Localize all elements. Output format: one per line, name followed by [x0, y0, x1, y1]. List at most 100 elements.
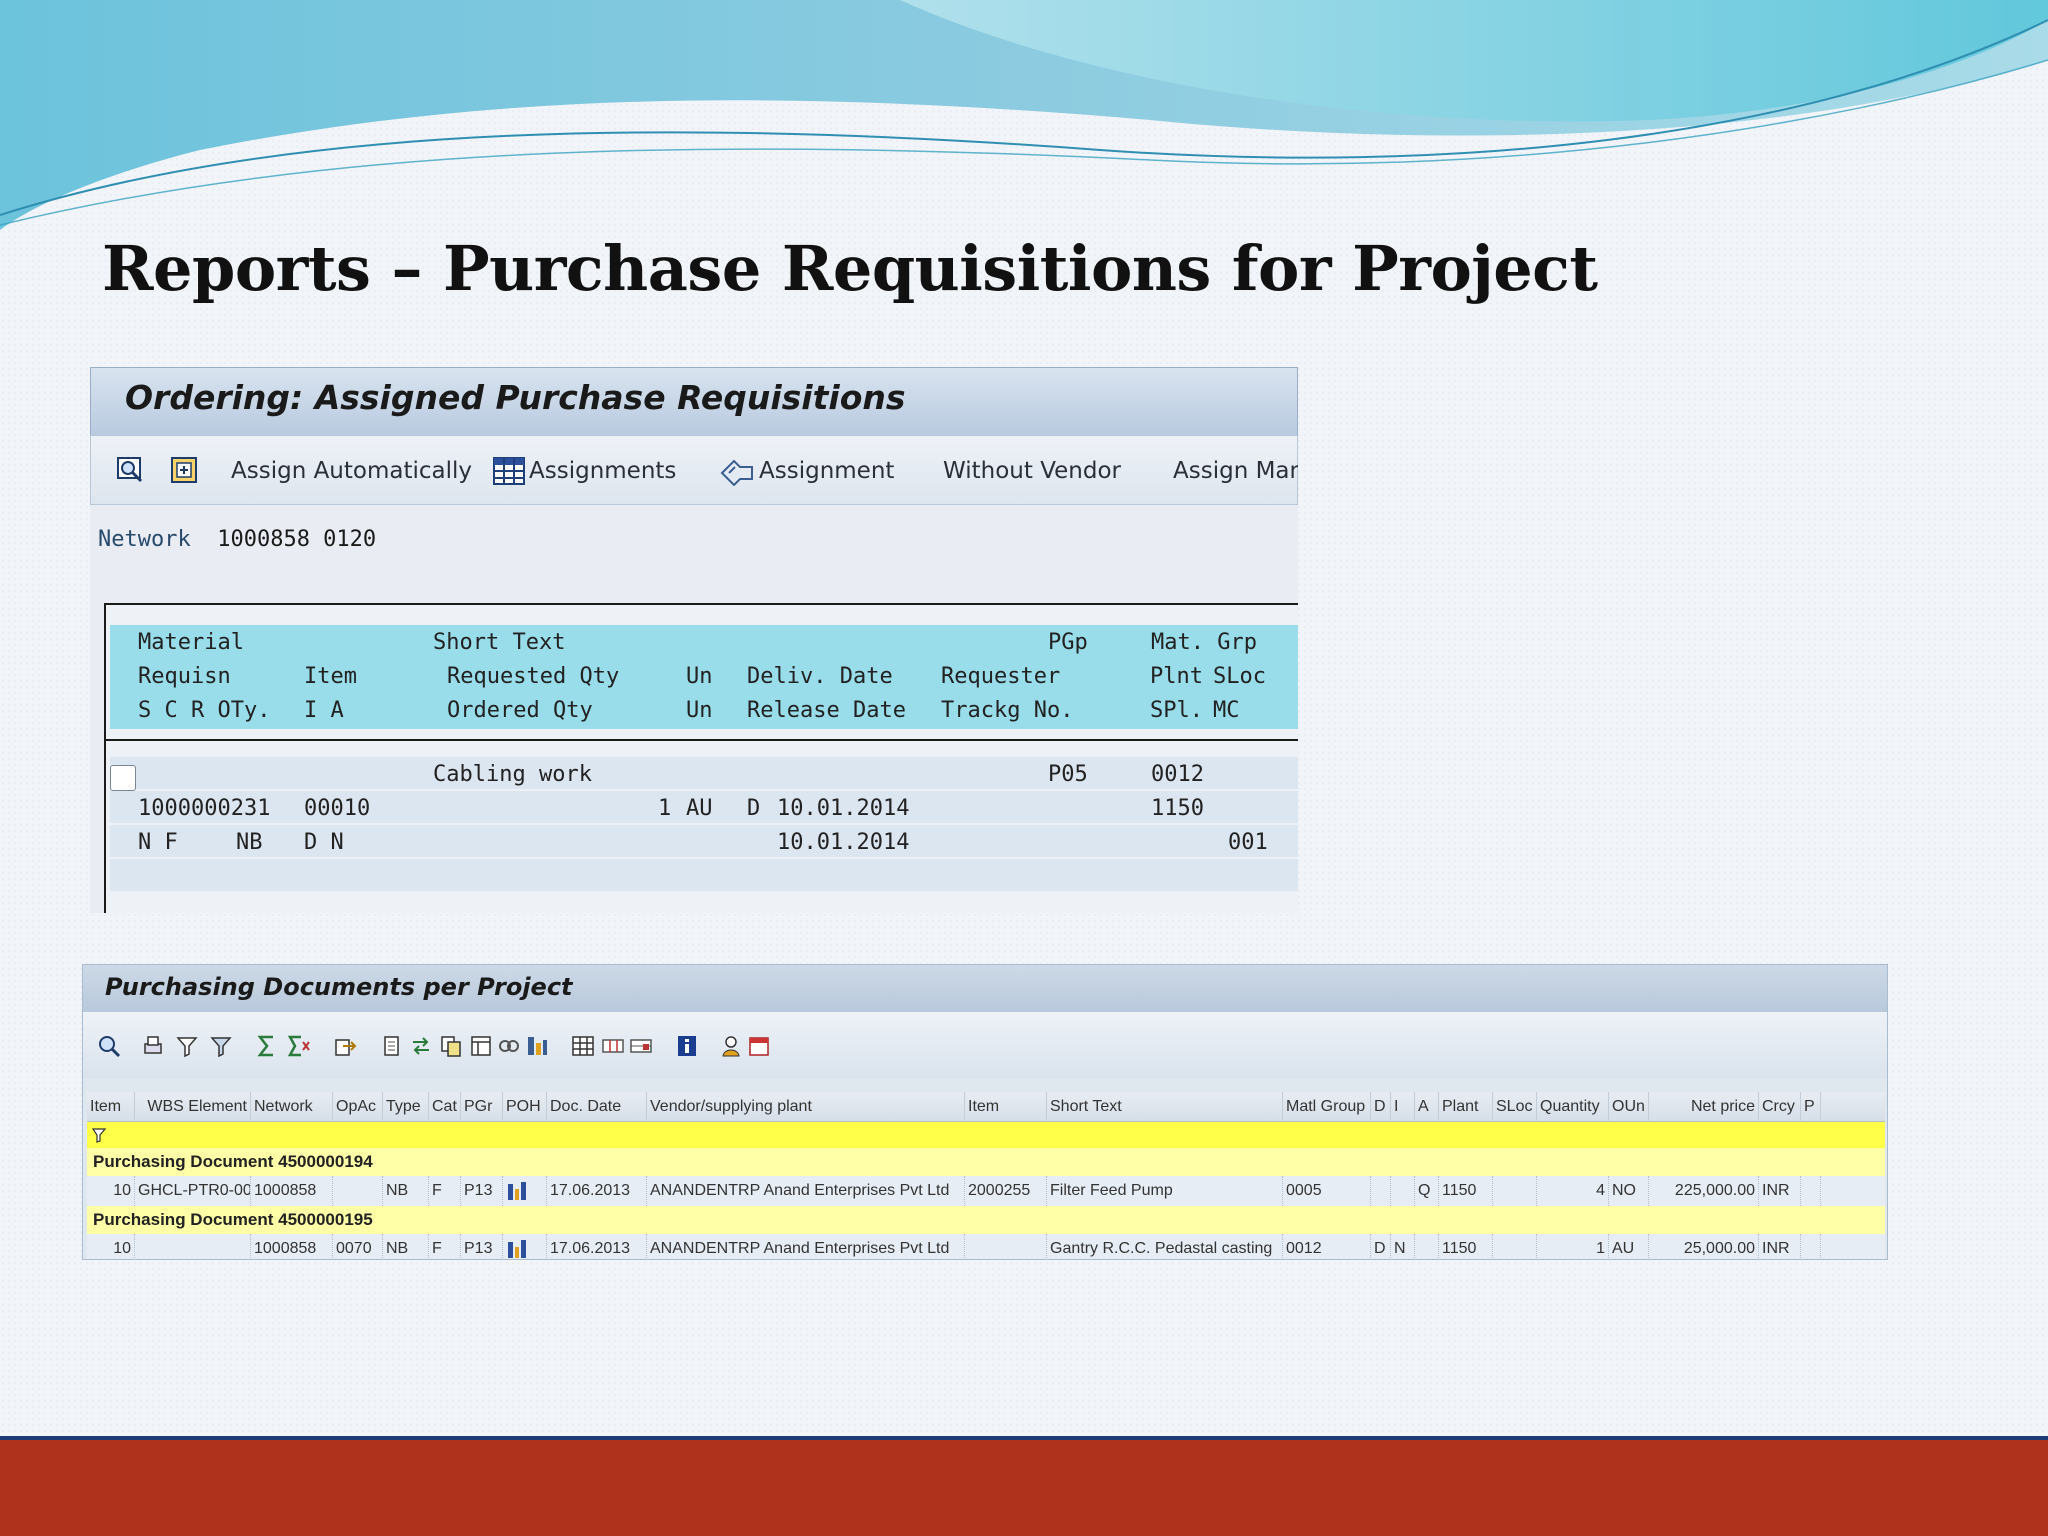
- ordering-title: Ordering: Assigned Purchase Requisitions: [125, 378, 906, 417]
- cell-item-2: [965, 1234, 1047, 1259]
- col-d[interactable]: D: [1371, 1092, 1391, 1122]
- user-icon[interactable]: [721, 1034, 745, 1058]
- col-vendor[interactable]: Vendor/supplying plant: [647, 1092, 965, 1122]
- cell-wbs-element: GHCL-PTR0-0001-02: [135, 1176, 251, 1206]
- cell-plnt: 1150: [1151, 796, 1204, 821]
- cell-matl-group: 0012: [1283, 1234, 1371, 1259]
- col-network[interactable]: Network: [251, 1092, 333, 1122]
- copy-icon[interactable]: [439, 1034, 463, 1058]
- cell-d: D: [747, 796, 761, 821]
- cell-mc: 001: [1228, 830, 1268, 855]
- assign-automatically-button[interactable]: Assign Automatically: [231, 454, 472, 488]
- calendar-icon[interactable]: [747, 1034, 771, 1058]
- assignments-button[interactable]: Assignments: [493, 454, 676, 488]
- assign-manually-button[interactable]: Assign Man: [1173, 454, 1298, 488]
- header-separator: [106, 739, 1298, 741]
- col-cat[interactable]: Cat: [429, 1092, 461, 1122]
- col-item[interactable]: Item: [87, 1092, 135, 1122]
- detail-zoom-icon[interactable]: [97, 1034, 121, 1058]
- col-crcy[interactable]: Crcy: [1759, 1092, 1801, 1122]
- sum-icon[interactable]: [255, 1034, 279, 1058]
- filter-icon[interactable]: [209, 1034, 233, 1058]
- table-row[interactable]: 10 1000858 0070 NB F P13 17.06.2013 ANAN…: [87, 1234, 1885, 1259]
- cell-crcy: INR: [1759, 1176, 1801, 1206]
- refresh-icon[interactable]: [169, 455, 199, 485]
- requisition-list-header: Material Short Text PGp Mat. Grp Requisn…: [110, 625, 1298, 729]
- group-header-4500000194: Purchasing Document 4500000194: [87, 1148, 1885, 1176]
- cell-network: 1000858: [251, 1234, 333, 1259]
- col-doc-date[interactable]: Doc. Date: [547, 1092, 647, 1122]
- cell-codes: N F: [138, 830, 178, 855]
- filter-set-icon[interactable]: [175, 1034, 199, 1058]
- col-un-2: Un: [686, 698, 713, 723]
- col-ia: I A: [304, 698, 344, 723]
- col-opac[interactable]: OpAc: [333, 1092, 383, 1122]
- cell-doc-date: 17.06.2013: [547, 1176, 647, 1206]
- structure-icon[interactable]: [525, 1034, 549, 1058]
- table-row[interactable]: 10 GHCL-PTR0-0001-02 1000858 NB F P13 17…: [87, 1176, 1885, 1206]
- detail-zoom-icon[interactable]: [115, 455, 145, 485]
- col-matl-group[interactable]: Matl Group: [1283, 1092, 1371, 1122]
- assignment-button[interactable]: Assignment: [719, 454, 894, 488]
- document-icon[interactable]: [379, 1034, 403, 1058]
- requisition-list: Material Short Text PGp Mat. Grp Requisn…: [104, 603, 1298, 913]
- cell-d: D: [1371, 1234, 1391, 1259]
- cell-short-text: Gantry R.C.C. Pedastal casting: [1047, 1234, 1283, 1259]
- col-short-text: Short Text: [433, 630, 566, 655]
- network-label: Network: [98, 527, 191, 552]
- assignment-arrow-icon: [720, 459, 753, 486]
- cell-a: Q: [1415, 1176, 1439, 1206]
- ordering-toolbar: Assign Automatically Assignments Assignm…: [90, 435, 1298, 505]
- col-p[interactable]: P: [1801, 1092, 1821, 1122]
- purchasing-grid: Item WBS Element Network OpAc Type Cat P…: [87, 1078, 1885, 1259]
- col-pgr[interactable]: PGr: [461, 1092, 503, 1122]
- header-row-3: S C R OTy. I A Ordered Qty Un Release Da…: [110, 693, 1298, 727]
- network-value: 1000858 0120: [217, 527, 377, 552]
- cell-doc-date: 17.06.2013: [547, 1234, 647, 1259]
- cell-short-text: Filter Feed Pump: [1047, 1176, 1283, 1206]
- cell-poh[interactable]: [503, 1234, 547, 1259]
- print-icon[interactable]: [141, 1034, 165, 1058]
- col-item-2[interactable]: Item: [965, 1092, 1047, 1122]
- col-a[interactable]: A: [1415, 1092, 1439, 1122]
- cell-mat-grp: 0012: [1151, 762, 1204, 787]
- header-row-2: Requisn Item Requested Qty Un Deliv. Dat…: [110, 659, 1298, 693]
- cell-oty: NB: [236, 830, 263, 855]
- info-icon[interactable]: [675, 1034, 699, 1058]
- variant-icon[interactable]: [629, 1034, 653, 1058]
- data-row-3: N F NB D N 10.01.2014 001: [110, 825, 1298, 859]
- col-i[interactable]: I: [1391, 1092, 1415, 1122]
- col-wbs-element[interactable]: WBS Element: [135, 1092, 251, 1122]
- po-history-icon: [508, 1182, 526, 1200]
- without-vendor-button[interactable]: Without Vendor: [943, 454, 1121, 488]
- col-sloc[interactable]: SLoc: [1493, 1092, 1537, 1122]
- filter-row-icon[interactable]: [91, 1126, 109, 1144]
- col-plant[interactable]: Plant: [1439, 1092, 1493, 1122]
- chain-icon[interactable]: [497, 1034, 521, 1058]
- col-type[interactable]: Type: [383, 1092, 429, 1122]
- columns-icon[interactable]: [601, 1034, 625, 1058]
- grid-icon[interactable]: [571, 1034, 595, 1058]
- assign-manually-label: Assign Man: [1173, 458, 1298, 484]
- col-quantity[interactable]: Quantity: [1537, 1092, 1609, 1122]
- cell-plant: 1150: [1439, 1176, 1493, 1206]
- col-poh[interactable]: POH: [503, 1092, 547, 1122]
- layout-icon[interactable]: [469, 1034, 493, 1058]
- cell-d: [1371, 1176, 1391, 1206]
- cell-vendor: ANANDENTRP Anand Enterprises Pvt Ltd: [647, 1176, 965, 1206]
- cell-item: 10: [87, 1176, 135, 1206]
- subtotal-icon[interactable]: [287, 1034, 311, 1058]
- assignments-label: Assignments: [529, 458, 677, 484]
- cell-deliv-date: 10.01.2014: [777, 796, 910, 821]
- col-short-text[interactable]: Short Text: [1047, 1092, 1283, 1122]
- cell-poh[interactable]: [503, 1176, 547, 1206]
- col-oun[interactable]: OUn: [1609, 1092, 1649, 1122]
- transfer-icon[interactable]: [409, 1034, 433, 1058]
- cell-net-price: 25,000.00: [1649, 1234, 1759, 1259]
- col-net-price[interactable]: Net price: [1649, 1092, 1759, 1122]
- export-icon[interactable]: [333, 1034, 357, 1058]
- footer-bar: [0, 1436, 2048, 1536]
- cell-matl-group: 0005: [1283, 1176, 1371, 1206]
- col-requested-qty: Requested Qty: [447, 664, 620, 689]
- ordering-screenshot: Ordering: Assigned Purchase Requisitions…: [90, 367, 1298, 913]
